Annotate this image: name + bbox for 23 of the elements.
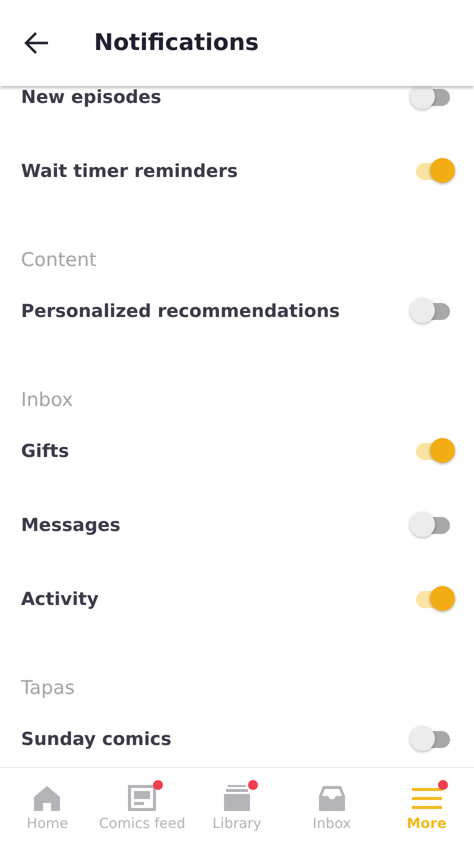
stack-icon bbox=[222, 785, 251, 811]
back-arrow-icon bbox=[24, 30, 50, 56]
setting-label: Messages bbox=[21, 514, 121, 536]
nav-tab[interactable]: Comics feed bbox=[94, 768, 190, 842]
nav-tab[interactable]: Home bbox=[0, 768, 95, 842]
setting-label: Sunday comics bbox=[21, 728, 172, 750]
section-heading: Inbox bbox=[20, 388, 74, 413]
setting-label: New episodes bbox=[21, 86, 162, 108]
screen-title: Notifications bbox=[94, 30, 259, 56]
nav-tab[interactable]: Inbox bbox=[284, 768, 380, 842]
section-heading: Tapas bbox=[20, 676, 76, 701]
setting-label: Gifts bbox=[21, 440, 70, 462]
back-button[interactable] bbox=[24, 30, 50, 56]
nav-tab[interactable]: More bbox=[379, 768, 474, 842]
nav-tab[interactable]: Library bbox=[190, 768, 284, 842]
setting-label: Activity bbox=[21, 588, 99, 610]
setting-label: Personalized recommendations bbox=[21, 300, 340, 322]
newspaper-icon bbox=[128, 785, 156, 811]
setting-label: Wait timer reminders bbox=[21, 160, 238, 182]
section-heading: Content bbox=[20, 248, 98, 273]
home-icon bbox=[33, 785, 62, 811]
menu-icon bbox=[412, 786, 442, 810]
inbox-icon bbox=[318, 785, 346, 811]
